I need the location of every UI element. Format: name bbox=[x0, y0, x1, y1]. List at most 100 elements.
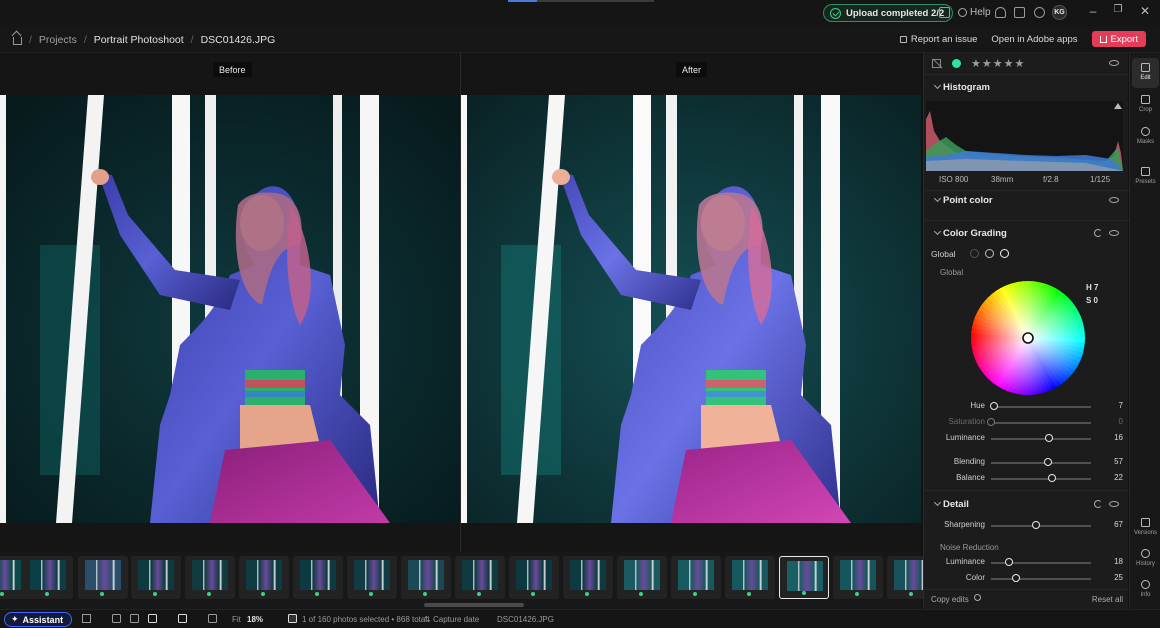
luminance-track[interactable] bbox=[991, 438, 1091, 440]
highlights-circle[interactable] bbox=[1000, 249, 1009, 258]
close-button[interactable]: ✕ bbox=[1138, 4, 1152, 18]
filmstrip-view-icon[interactable] bbox=[148, 614, 157, 623]
export-button[interactable]: Export bbox=[1091, 31, 1146, 47]
rail-edit[interactable]: Edit bbox=[1132, 58, 1159, 88]
panel-toggle-icon[interactable] bbox=[178, 614, 187, 623]
histogram-header[interactable]: Histogram bbox=[924, 76, 1129, 98]
filmstrip-thumbnail[interactable] bbox=[23, 556, 73, 599]
rail-info[interactable]: Info bbox=[1132, 575, 1159, 605]
noise-luminance-slider[interactable]: Luminance 18 bbox=[924, 556, 1129, 570]
filmstrip-thumbnail[interactable] bbox=[185, 556, 235, 599]
color-label-dot[interactable] bbox=[952, 59, 961, 68]
star-rating[interactable]: ★★★★★ bbox=[971, 57, 1025, 70]
balance-slider[interactable]: Balance 22 bbox=[924, 472, 1129, 486]
home-icon[interactable] bbox=[13, 37, 22, 45]
color-wheel[interactable] bbox=[971, 281, 1085, 395]
saturation-track[interactable] bbox=[991, 422, 1091, 424]
blending-slider[interactable]: Blending 57 bbox=[924, 456, 1129, 470]
compare-icon[interactable] bbox=[208, 614, 217, 623]
filmstrip-scrollbar[interactable] bbox=[424, 603, 524, 607]
avatar[interactable]: KG bbox=[1052, 5, 1067, 20]
luminance-knob[interactable] bbox=[1045, 434, 1053, 442]
reset-all-button[interactable]: Reset all bbox=[1092, 595, 1123, 604]
filmstrip-thumbnail[interactable] bbox=[671, 556, 721, 599]
fit-label[interactable]: Fit bbox=[232, 615, 241, 624]
filter-icon[interactable] bbox=[82, 614, 91, 623]
grid-small-icon[interactable] bbox=[130, 614, 139, 623]
filmstrip-thumbnail[interactable] bbox=[293, 556, 343, 599]
filmstrip-thumbnail[interactable] bbox=[347, 556, 397, 599]
sharpening-track[interactable] bbox=[991, 525, 1091, 527]
breadcrumb-project[interactable]: Portrait Photoshoot bbox=[94, 34, 184, 46]
filmstrip-thumbnail[interactable] bbox=[239, 556, 289, 599]
filmstrip-thumbnail[interactable] bbox=[563, 556, 613, 599]
filmstrip-thumbnail[interactable] bbox=[78, 556, 128, 599]
after-photo[interactable] bbox=[461, 95, 921, 523]
minimize-button[interactable]: – bbox=[1086, 4, 1100, 18]
noise-color-slider[interactable]: Color 25 bbox=[924, 572, 1129, 586]
breadcrumb-projects[interactable]: Projects bbox=[39, 34, 77, 46]
sharpening-knob[interactable] bbox=[1032, 521, 1040, 529]
blending-track[interactable] bbox=[991, 462, 1091, 464]
sort-icon[interactable]: ⇅ bbox=[424, 615, 431, 624]
assistant-button[interactable]: ✦ Assistant bbox=[4, 612, 73, 627]
help-button[interactable]: Help bbox=[958, 7, 991, 18]
filmstrip-thumbnail[interactable] bbox=[725, 556, 775, 599]
zoom-level[interactable]: 18% bbox=[247, 615, 263, 624]
filmstrip-thumbnail[interactable] bbox=[779, 556, 829, 599]
color-grading-header[interactable]: Color Grading bbox=[924, 222, 1129, 244]
eye-icon[interactable] bbox=[1109, 60, 1119, 66]
balance-track[interactable] bbox=[991, 478, 1091, 480]
filmstrip-thumbnail[interactable] bbox=[455, 556, 505, 599]
filmstrip-thumbnail[interactable] bbox=[617, 556, 667, 599]
saturation-knob[interactable] bbox=[987, 418, 995, 426]
filmstrip-thumbnail[interactable] bbox=[131, 556, 181, 599]
hue-track[interactable] bbox=[991, 406, 1091, 408]
maximize-button[interactable]: ❐ bbox=[1111, 4, 1125, 15]
grid-large-icon[interactable] bbox=[112, 614, 121, 623]
reset-icon[interactable] bbox=[1094, 500, 1102, 508]
copy-edits-info-icon[interactable] bbox=[974, 594, 981, 601]
rail-presets[interactable]: Presets bbox=[1132, 162, 1159, 192]
report-issue-button[interactable]: Report an issue bbox=[899, 34, 977, 45]
luminance-slider[interactable]: Luminance 16 bbox=[924, 432, 1129, 446]
before-after-viewer[interactable]: Before After bbox=[0, 53, 921, 552]
noise-color-track[interactable] bbox=[991, 578, 1091, 580]
eye-icon[interactable] bbox=[1109, 197, 1119, 203]
detail-header[interactable]: Detail bbox=[924, 493, 1129, 515]
rail-masks[interactable]: Masks bbox=[1132, 122, 1159, 152]
filmstrip-thumbnail[interactable] bbox=[401, 556, 451, 599]
noise-color-knob[interactable] bbox=[1012, 574, 1020, 582]
copy-edits-button[interactable]: Copy edits bbox=[931, 595, 969, 604]
point-color-header[interactable]: Point color bbox=[924, 189, 1129, 211]
midtones-circle[interactable] bbox=[985, 249, 994, 258]
rail-versions[interactable]: Versions bbox=[1132, 513, 1159, 543]
filmstrip-thumbnail[interactable] bbox=[833, 556, 883, 599]
blending-knob[interactable] bbox=[1044, 458, 1052, 466]
reject-flag-icon[interactable] bbox=[932, 59, 941, 68]
deselect-icon[interactable] bbox=[288, 614, 297, 623]
shadows-circle[interactable] bbox=[970, 249, 979, 258]
eye-icon[interactable] bbox=[1109, 230, 1119, 236]
reset-icon[interactable] bbox=[1094, 229, 1102, 237]
balance-knob[interactable] bbox=[1048, 474, 1056, 482]
bell-icon[interactable] bbox=[995, 7, 1006, 18]
rail-history[interactable]: History bbox=[1132, 544, 1159, 574]
keyboard-icon[interactable] bbox=[1014, 7, 1025, 18]
status-filename: DSC01426.JPG bbox=[497, 615, 554, 624]
info-circle-icon[interactable] bbox=[1034, 7, 1045, 18]
noise-luminance-knob[interactable] bbox=[1005, 558, 1013, 566]
before-photo[interactable] bbox=[0, 95, 460, 523]
filmstrip-thumbnail[interactable] bbox=[509, 556, 559, 599]
saturation-slider[interactable]: Saturation 0 bbox=[924, 416, 1129, 430]
sort-label[interactable]: Capture date bbox=[433, 615, 479, 624]
hue-knob[interactable] bbox=[990, 402, 998, 410]
rail-crop[interactable]: Crop bbox=[1132, 90, 1159, 120]
upload-status-badge[interactable]: Upload completed 2/2 bbox=[823, 4, 954, 22]
hue-slider[interactable]: Hue 7 bbox=[924, 400, 1129, 414]
apps-icon[interactable] bbox=[939, 7, 950, 18]
filmstrip[interactable] bbox=[0, 552, 937, 609]
open-in-adobe-button[interactable]: Open in Adobe apps bbox=[991, 34, 1077, 45]
eye-icon[interactable] bbox=[1109, 501, 1119, 507]
sharpening-slider[interactable]: Sharpening 67 bbox=[924, 519, 1129, 533]
